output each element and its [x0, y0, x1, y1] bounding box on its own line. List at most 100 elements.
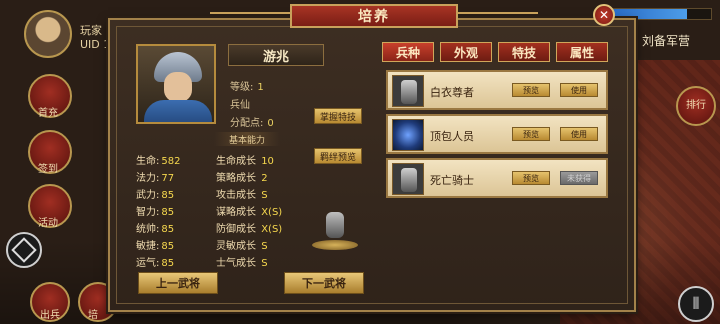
troop-preview-button[interactable]: 预览 — [512, 83, 550, 97]
prev-general-button[interactable]: 上一武将 — [138, 272, 218, 294]
first-charge-label: 首充 — [38, 108, 58, 119]
formation-hex-button[interactable] — [6, 232, 42, 268]
attr-key: 统帅: — [136, 224, 160, 235]
attr-right-5: 灵敏成长 S — [216, 237, 268, 252]
attr-right-2: 攻击成长 S — [216, 186, 268, 201]
rank-label: 排行 — [686, 100, 706, 111]
close-button[interactable]: ✕ — [593, 4, 615, 26]
attr-left-6: 运气: 85 — [136, 254, 174, 269]
attr-key: 智力: — [136, 207, 160, 218]
level-label: 等级: — [230, 82, 254, 93]
commander-camp-title: 刘备军营 — [642, 34, 691, 48]
points-label: 分配点: — [230, 118, 264, 129]
title-ornament-right — [458, 12, 538, 14]
troop-preview-button[interactable]: 预览 — [512, 127, 550, 141]
attr-key: 生命: — [136, 156, 160, 167]
unit-sprite — [310, 208, 360, 250]
knight-icon — [392, 163, 424, 195]
attr-key: 谋略成长 — [216, 207, 256, 218]
attr-value: 85 — [161, 207, 175, 218]
attr-key: 法力: — [136, 173, 160, 184]
menu-button[interactable]: ⦀ — [678, 286, 714, 322]
attr-left-3: 智力: 85 — [136, 203, 174, 218]
attr-value: 85 — [161, 190, 175, 201]
orb-icon — [392, 119, 424, 151]
tab-3[interactable]: 属性 — [556, 42, 608, 62]
attr-left-2: 武力: 85 — [136, 186, 174, 201]
troop-name: 白衣尊者 — [430, 86, 474, 99]
attr-right-1: 策略成长 2 — [216, 169, 268, 184]
basic-ability-title: 基本能力 — [214, 132, 280, 146]
points-value: 0 — [267, 118, 274, 129]
knight-icon — [392, 75, 424, 107]
attr-key: 策略成长 — [216, 173, 256, 184]
attr-left-5: 敏捷: 85 — [136, 237, 174, 252]
hero-armor — [144, 100, 212, 122]
sign-in-label: 签到 — [38, 164, 58, 175]
player-avatar[interactable] — [24, 10, 72, 58]
bond-preview-button[interactable]: 羁绊预览 — [314, 148, 362, 164]
hero-level: 等级: 1 — [230, 78, 264, 93]
troop-row[interactable]: 白衣尊者 预览 使用 — [386, 70, 608, 110]
attr-value: 77 — [161, 173, 175, 184]
train-label: 培 — [88, 310, 98, 321]
attr-right-6: 士气成长 S — [216, 254, 268, 269]
attr-key: 武力: — [136, 190, 160, 201]
attr-key: 攻击成长 — [216, 190, 256, 201]
title-ornament-left — [210, 12, 290, 14]
troop-name: 顶包人员 — [430, 130, 474, 143]
attr-value: 10 — [261, 156, 274, 167]
close-icon: ✕ — [598, 8, 610, 22]
attr-value: 85 — [161, 258, 175, 269]
hero-name: 游兆 — [228, 44, 324, 66]
tab-1[interactable]: 外观 — [440, 42, 492, 62]
attr-value: S — [261, 258, 268, 269]
attr-right-0: 生命成长 10 — [216, 152, 274, 167]
activity-label: 活动 — [38, 218, 58, 229]
level-value: 1 — [257, 82, 264, 93]
attr-key: 防御成长 — [216, 224, 256, 235]
unit-body — [326, 212, 344, 238]
troop-use-button: 未获得 — [560, 171, 598, 185]
attr-value: X(S) — [261, 207, 283, 218]
attr-left-1: 法力: 77 — [136, 169, 174, 184]
menu-icon: ⦀ — [692, 294, 700, 313]
tab-2[interactable]: 特技 — [498, 42, 550, 62]
attr-right-3: 谋略成长 X(S) — [216, 203, 282, 218]
hero-class: 兵仙 — [230, 100, 250, 111]
next-general-button[interactable]: 下一武将 — [284, 272, 364, 294]
attr-value: S — [261, 190, 268, 201]
attr-value: S — [261, 241, 268, 252]
attr-right-4: 防御成长 X(S) — [216, 220, 282, 235]
attr-key: 士气成长 — [216, 258, 256, 269]
unit-base — [312, 240, 358, 250]
player-name: 玩家 — [80, 24, 102, 37]
attr-key: 敏捷: — [136, 241, 160, 252]
troop-name: 死亡骑士 — [430, 174, 474, 187]
attr-key: 运气: — [136, 258, 160, 269]
hex-icon — [11, 237, 37, 263]
hero-portrait — [136, 44, 216, 124]
attr-value: X(S) — [261, 224, 283, 235]
tab-0[interactable]: 兵种 — [382, 42, 434, 62]
troop-row[interactable]: 死亡骑士 预览 未获得 — [386, 158, 608, 198]
attr-value: 85 — [161, 224, 175, 235]
hero-face — [164, 72, 192, 102]
attr-value: 85 — [161, 241, 175, 252]
hero-points: 分配点: 0 — [230, 114, 274, 129]
attr-key: 生命成长 — [216, 156, 256, 167]
dialog-title: 培养 — [290, 4, 458, 28]
attr-left-4: 统帅: 85 — [136, 220, 174, 235]
player-uid: UID 1 — [80, 38, 111, 51]
dispatch-label: 出兵 — [40, 310, 60, 321]
troop-use-button[interactable]: 使用 — [560, 127, 598, 141]
attr-key: 灵敏成长 — [216, 241, 256, 252]
attr-value: 582 — [161, 156, 181, 167]
master-skill-button[interactable]: 掌握特技 — [314, 108, 362, 124]
troop-preview-button[interactable]: 预览 — [512, 171, 550, 185]
troop-use-button[interactable]: 使用 — [560, 83, 598, 97]
troop-figure — [401, 80, 417, 104]
troop-figure — [401, 168, 417, 192]
attr-value: 2 — [261, 173, 268, 184]
troop-row[interactable]: 顶包人员 预览 使用 — [386, 114, 608, 154]
